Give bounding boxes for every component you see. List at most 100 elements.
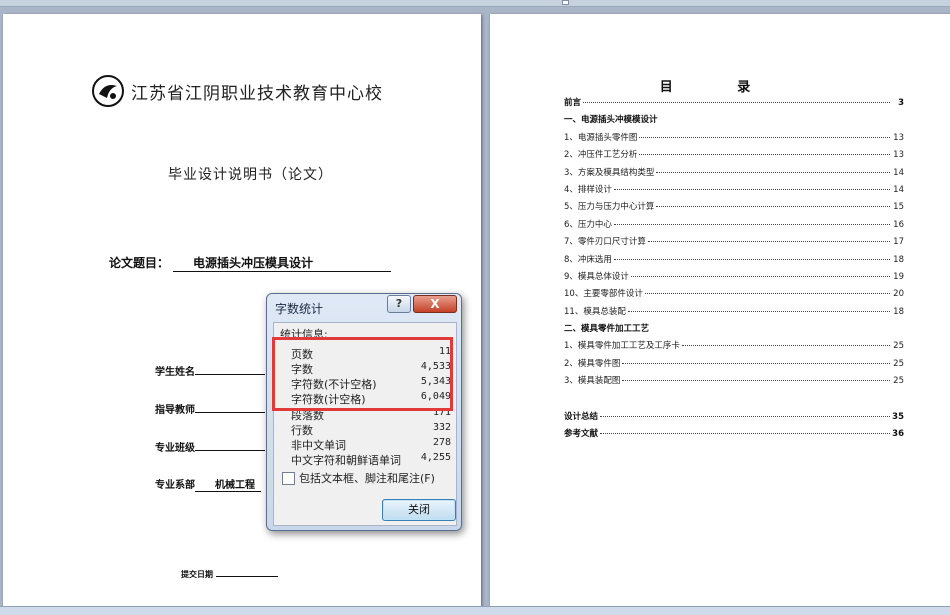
toc-page: 目 录 前言 3 一、电源插头冲模模设计 1、电源插头零件图 13 2、冲压件工艺分析 13… (490, 14, 950, 614)
toc-entry-label: 6、压力中心 (564, 219, 612, 230)
toc-leader-dots (656, 206, 890, 208)
dialog-title: 字数统计 (275, 302, 324, 316)
toc-section-heading[interactable]: 一、电源插头冲模模设计 (564, 113, 904, 130)
toc-leader-dots (583, 102, 890, 103)
school-header: 江苏省江阴职业技术教育中心校 (91, 74, 383, 108)
toc-entry[interactable]: 参考文献 36 (564, 427, 904, 444)
toc-page-number: 13 (893, 132, 904, 143)
submit-underline (216, 568, 278, 577)
toc-entry[interactable]: 3、方案及模具结构类型 14 (564, 166, 904, 183)
highlight-box (272, 337, 453, 411)
stat-value: 278 (432, 437, 451, 448)
toc-page-number: 14 (893, 184, 904, 195)
include-textboxes-checkbox[interactable] (282, 471, 295, 485)
toc-page-number: 15 (893, 202, 904, 213)
toc-leader-dots (622, 380, 890, 382)
toc-page-number: 25 (893, 358, 904, 369)
toc-page-number: 35 (892, 411, 904, 422)
toc-entry[interactable]: 8、冲床选用 18 (564, 253, 904, 270)
toc-entry-label: 8、冲床选用 (564, 254, 612, 265)
field-department: 专业系部 机械工程 (155, 476, 261, 492)
toc-entry-label: 7、零件刃口尺寸计算 (564, 237, 646, 248)
close-icon[interactable]: X (413, 295, 457, 313)
toc-entry-label: 11、模具总装配 (564, 306, 626, 317)
toc-page-number: 36 (892, 429, 904, 440)
toc-page-number: 20 (893, 289, 904, 300)
toc-entry-label: 2、模具零件图 (564, 358, 621, 369)
field-label: 专业班级 (155, 443, 195, 454)
field-underline (195, 440, 265, 451)
toc-entry[interactable]: 4、排样设计 14 (564, 183, 904, 200)
help-button[interactable]: ? (387, 295, 411, 313)
toc-page-number: 13 (893, 150, 904, 161)
toc-page-number: 14 (893, 167, 904, 178)
toc-entry-label: 4、排样设计 (564, 184, 612, 195)
topic-label: 论文题目： (109, 256, 170, 270)
toc-entry-label: 3、模具装配图 (564, 376, 621, 387)
field-student-name: 学生姓名 (155, 363, 265, 378)
toc-entry[interactable]: 前言 3 (564, 96, 904, 113)
top-ruler (0, 0, 950, 7)
toc-entry[interactable]: 2、模具零件图 25 (564, 357, 904, 374)
close-button[interactable]: 关闭 (382, 499, 456, 521)
field-label: 专业系部 (155, 480, 195, 491)
toc-entry-label: 1、模具零件加工工艺及工序卡 (564, 341, 680, 352)
toc-page-number: 25 (893, 341, 904, 352)
stat-row: 行数 332 (291, 422, 451, 438)
school-name: 江苏省江阴职业技术教育中心校 (131, 83, 383, 104)
school-logo-icon (92, 75, 124, 107)
toc-entry-label: 参考文献 (564, 429, 599, 440)
toc-page-number: 18 (893, 306, 904, 317)
toc-entry[interactable]: 9、模具总体设计 19 (564, 270, 904, 287)
stat-value: 332 (432, 422, 451, 433)
toc-entry-label: 二、模具零件加工工艺 (564, 324, 650, 335)
toc-page-number: 16 (893, 219, 904, 230)
field-advisor: 指导教师 (155, 401, 265, 416)
stat-value: 4,255 (420, 452, 451, 463)
toc-leader-dots (630, 275, 890, 277)
field-underline (195, 364, 265, 375)
field-label: 学生姓名 (155, 367, 195, 378)
include-textboxes-option[interactable]: 包括文本框、脚注和尾注(F) (282, 470, 435, 486)
toc-leader-dots (600, 433, 890, 435)
toc-page-number: 19 (893, 271, 904, 282)
toc-entry-label: 9、模具总体设计 (564, 271, 629, 282)
stat-label: 中文字符和朝鲜语单词 (291, 454, 401, 467)
stat-label: 行数 (291, 424, 313, 437)
submit-label: 提交日期 (181, 570, 213, 579)
toc-entry[interactable]: 10、主要零部件设计 20 (564, 287, 904, 304)
toc-leader-dots (613, 223, 890, 225)
stat-row: 非中文单词 278 (291, 437, 451, 453)
toc-entry-label: 3、方案及模具结构类型 (564, 167, 655, 178)
toc-leader-dots (644, 293, 890, 295)
toc-entry-label: 1、电源插头零件图 (564, 132, 638, 143)
toc-entry[interactable]: 3、模具装配图 25 (564, 374, 904, 391)
stat-label: 非中文单词 (291, 439, 346, 452)
ruler-indent-marker[interactable] (562, 0, 569, 5)
toc-entry[interactable]: 设计总结 35 (564, 410, 904, 427)
toc-entry[interactable]: 1、电源插头零件图 13 (564, 131, 904, 148)
toc-entry[interactable]: 11、模具总装配 18 (564, 305, 904, 322)
field-class: 专业班级 (155, 439, 265, 454)
toc-spacer (564, 392, 904, 410)
toc-section-heading[interactable]: 二、模具零件加工工艺 (564, 322, 904, 339)
toc-entry[interactable]: 2、冲压件工艺分析 13 (564, 148, 904, 165)
toc-entry-label: 5、压力与压力中心计算 (564, 202, 655, 213)
checkbox-label: 包括文本框、脚注和尾注(F) (299, 472, 435, 485)
toc-entry-label: 设计总结 (564, 411, 599, 422)
toc-entry[interactable]: 1、模具零件加工工艺及工序卡 25 (564, 339, 904, 356)
topic-value: 电源插头冲压模具设计 (173, 254, 392, 272)
field-value: 机械工程 (195, 476, 261, 492)
toc-page-number: 3 (898, 98, 904, 108)
toc-page-number: 18 (893, 254, 904, 265)
field-label: 指导教师 (155, 405, 195, 416)
toc-leader-dots (613, 188, 890, 190)
table-of-contents: 前言 3 一、电源插头冲模模设计 1、电源插头零件图 13 2、冲压件工艺分析 13 3、方案… (564, 96, 904, 444)
document-type: 毕业设计说明书（论文） (168, 167, 333, 183)
toc-leader-dots (647, 241, 890, 243)
toc-entry-label: 2、冲压件工艺分析 (564, 150, 638, 161)
toc-entry[interactable]: 6、压力中心 16 (564, 218, 904, 235)
stat-row: 中文字符和朝鲜语单词 4,255 (291, 452, 451, 468)
toc-entry[interactable]: 7、零件刃口尺寸计算 17 (564, 235, 904, 252)
toc-entry[interactable]: 5、压力与压力中心计算 15 (564, 200, 904, 217)
